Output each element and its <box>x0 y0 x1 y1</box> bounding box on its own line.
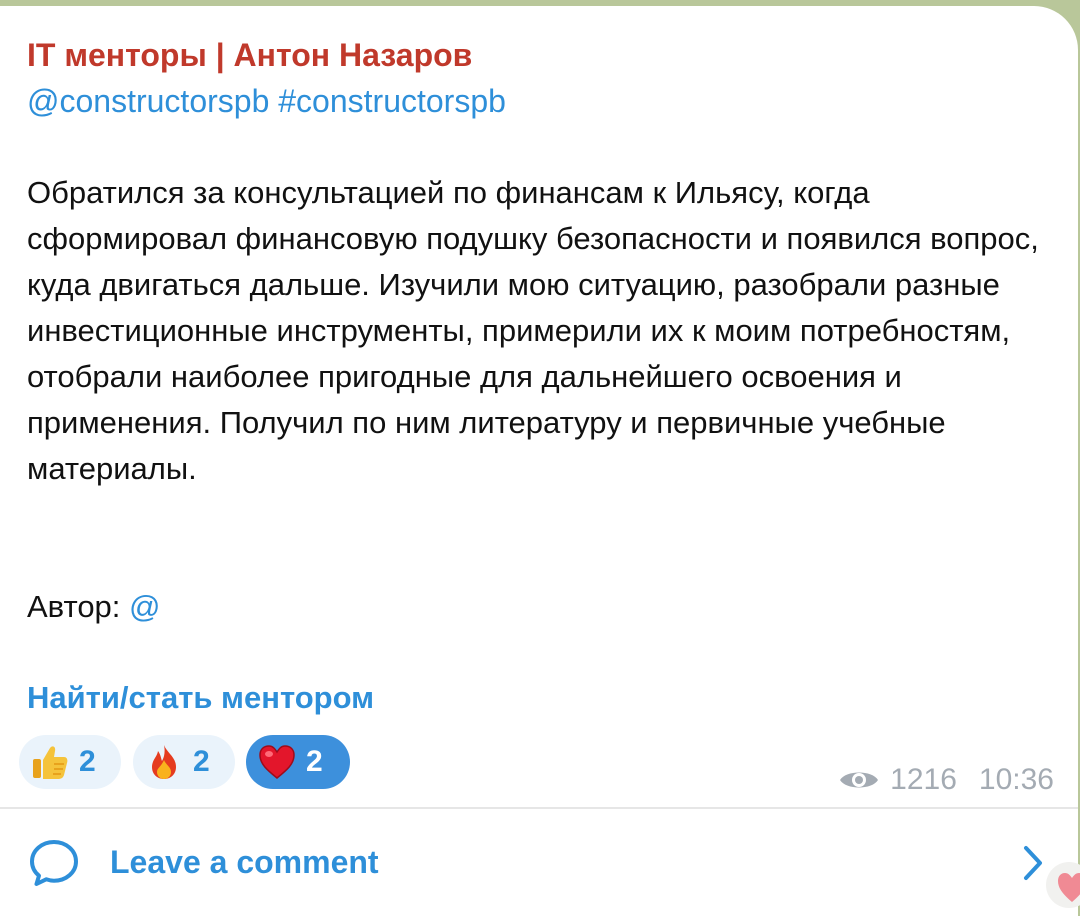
author-label: Автор: <box>27 589 121 624</box>
post-body: Обратился за консультацией по финансам к… <box>27 175 1039 486</box>
reaction-count: 2 <box>79 745 96 778</box>
speech-bubble-icon <box>28 837 80 889</box>
message-time: 10:36 <box>978 763 1054 796</box>
fire-icon <box>143 741 185 783</box>
message-bubble: IT менторы | Антон Назаров @constructors… <box>0 6 1078 916</box>
mention-line: @constructorspb #constructorspb <box>27 78 506 124</box>
red-heart-icon <box>256 741 298 783</box>
message-meta: 1216 10:36 <box>838 758 1054 802</box>
hashtag-link[interactable]: #constructorspb <box>278 83 506 119</box>
view-count: 1216 <box>890 763 957 796</box>
leave-comment-button[interactable]: Leave a comment <box>0 809 1078 916</box>
eye-icon <box>838 767 880 793</box>
reaction-count: 2 <box>193 745 210 778</box>
thumbs-up-icon <box>29 741 71 783</box>
author-line: Автор: @ <box>27 584 161 630</box>
mention-link[interactable]: @constructorspb <box>27 83 269 119</box>
find-mentor-link[interactable]: Найти/стать ментором <box>27 675 374 721</box>
reaction-red-heart[interactable]: 2 <box>246 735 350 789</box>
reaction-fire[interactable]: 2 <box>133 735 235 789</box>
reaction-count: 2 <box>306 745 323 778</box>
reaction-thumbs-up[interactable]: 2 <box>19 735 121 789</box>
channel-title[interactable]: IT менторы | Антон Назаров <box>27 32 472 78</box>
chevron-right-icon <box>1018 843 1048 883</box>
author-link[interactable]: @ <box>129 589 160 624</box>
leave-comment-label: Leave a comment <box>110 844 379 880</box>
